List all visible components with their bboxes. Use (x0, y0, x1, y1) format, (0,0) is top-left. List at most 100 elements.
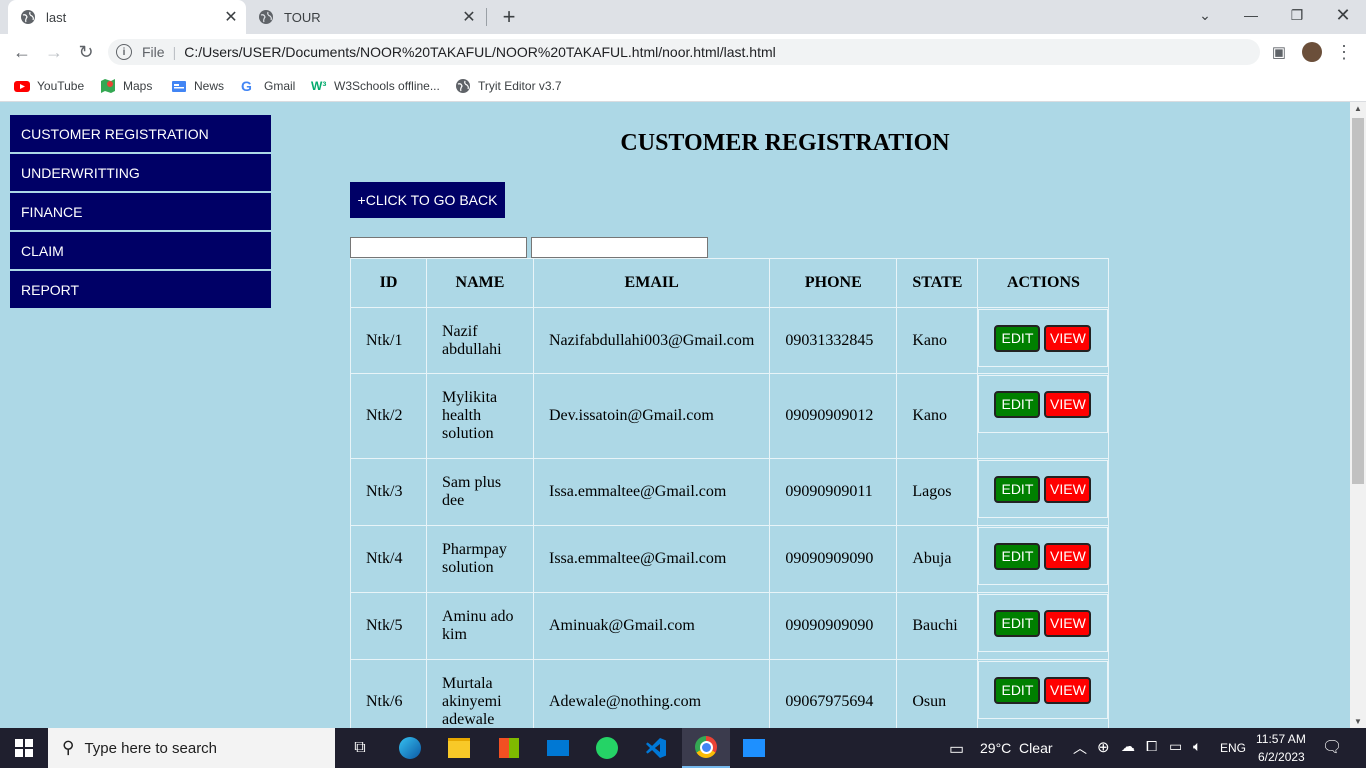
battery-icon[interactable]: ▭ (1169, 738, 1182, 755)
back-arrow-icon[interactable]: ← (8, 38, 36, 66)
bookmark-news[interactable]: News (171, 76, 224, 96)
close-tab-icon[interactable]: ✕ (460, 8, 478, 26)
bookmark-w3schools[interactable]: W³ W3Schools offline... (311, 76, 440, 96)
search-input-2[interactable] (531, 237, 708, 258)
window-close-icon[interactable]: ✕ (1320, 0, 1366, 30)
address-bar[interactable]: i File | C:/Users/USER/Documents/NOOR%20… (108, 39, 1260, 65)
mail-icon[interactable] (546, 736, 570, 760)
cell-actions: EDIT VIEW (977, 659, 1110, 728)
cell-id: Ntk/6 (350, 659, 427, 728)
scroll-up-icon[interactable]: ▲ (1354, 104, 1362, 113)
view-button[interactable]: VIEW (1044, 542, 1092, 570)
bookmarks-bar: YouTube Maps News G Gmail W³ W3Schools o… (0, 70, 1366, 102)
windows-start-icon[interactable] (0, 728, 48, 768)
volume-icon[interactable]: 🔈︎ (1193, 738, 1201, 755)
clock-time[interactable]: 11:57 AM (1256, 732, 1306, 746)
file-explorer-icon[interactable] (447, 736, 471, 760)
notifications-icon[interactable]: 🗨︎ (1322, 737, 1342, 757)
table-row: Ntk/6 Murtala akinyemi adewale Adewale@not… (350, 659, 1110, 728)
store-icon[interactable] (497, 736, 521, 760)
vscode-icon[interactable] (644, 736, 668, 760)
page-scrollbar[interactable]: ▲ ▼ (1350, 102, 1366, 728)
column-header-state: STATE (896, 258, 979, 308)
w3schools-icon: W³ (311, 79, 327, 93)
edit-button[interactable]: EDIT (994, 609, 1041, 637)
sidebar-item-underwritting[interactable]: UNDERWRITTING (10, 154, 271, 191)
network-globe-icon[interactable]: ⊕ (1097, 738, 1110, 756)
bookmark-gmail[interactable]: G Gmail (241, 76, 295, 96)
language-indicator[interactable]: ENG (1220, 741, 1246, 755)
url-separator: | (172, 44, 177, 60)
cell-actions: EDIT VIEW (977, 525, 1110, 593)
search-input-1[interactable] (350, 237, 527, 258)
clock-date[interactable]: 6/2/2023 (1258, 750, 1305, 764)
side-panel-icon[interactable]: ▣ (1265, 38, 1293, 66)
cell-actions: EDIT VIEW (977, 458, 1110, 526)
edit-button[interactable]: EDIT (994, 390, 1041, 418)
tray-chevron-icon[interactable]: ︿ (1073, 738, 1087, 758)
chrome-icon[interactable] (682, 728, 730, 768)
scroll-down-icon[interactable]: ▼ (1354, 717, 1362, 726)
whatsapp-icon[interactable] (595, 736, 619, 760)
task-view-icon[interactable]: ⧉ (348, 736, 372, 760)
cell-state: Kano (896, 307, 979, 374)
sidebar-item-report[interactable]: REPORT (10, 271, 271, 308)
bookmark-tryit[interactable]: Tryit Editor v3.7 (455, 76, 562, 96)
cell-phone: 09090909012 (769, 373, 898, 459)
table-header-row: ID NAME EMAIL PHONE STATE ACTIONS (350, 258, 1110, 308)
edit-button[interactable]: EDIT (994, 542, 1041, 570)
edge-icon[interactable] (398, 736, 422, 760)
table-row: Ntk/4 Pharmpay solution Issa.emmaltee@Gmai… (350, 525, 1110, 593)
profile-avatar[interactable] (1298, 38, 1326, 66)
cell-name: Murtala akinyemi adewale (426, 659, 534, 728)
windows-taskbar: ⚲ Type here to search ⧉ ▭ 29°C Clear ︿ ⊕… (0, 728, 1366, 768)
cell-id: Ntk/5 (350, 592, 427, 660)
column-header-email: EMAIL (532, 258, 771, 308)
edit-button[interactable]: EDIT (994, 475, 1041, 503)
sidebar-item-claim[interactable]: CLAIM (10, 232, 271, 269)
view-button[interactable]: VIEW (1044, 390, 1092, 418)
onedrive-icon[interactable]: ☁ (1121, 738, 1135, 755)
youtube-icon (14, 81, 30, 92)
reload-icon[interactable]: ↻ (72, 38, 100, 66)
minimize-icon[interactable]: — (1228, 0, 1274, 30)
taskbar-search-box[interactable]: ⚲ Type here to search (48, 728, 335, 768)
view-button[interactable]: VIEW (1044, 324, 1092, 352)
cell-id: Ntk/3 (350, 458, 427, 526)
edit-button[interactable]: EDIT (994, 676, 1041, 704)
weather-text[interactable]: 29°C Clear (980, 740, 1053, 756)
sidebar-item-finance[interactable]: FINANCE (10, 193, 271, 230)
cell-state: Bauchi (896, 592, 979, 660)
scrollbar-thumb[interactable] (1352, 118, 1364, 484)
meet-icon[interactable]: ⧠ (1146, 738, 1157, 755)
google-icon: G (241, 78, 252, 94)
tab-last[interactable]: last ✕ (8, 0, 246, 34)
bookmark-maps[interactable]: Maps (100, 76, 152, 96)
forward-arrow-icon[interactable]: → (40, 38, 68, 66)
globe-icon (456, 79, 470, 93)
restore-icon[interactable]: ❐ (1274, 0, 1320, 30)
tab-tour[interactable]: TOUR ✕ (246, 0, 484, 34)
cell-phone: 09031332845 (769, 307, 898, 374)
close-tab-icon[interactable]: ✕ (222, 8, 240, 26)
tab-search-icon[interactable]: ⌄ (1182, 0, 1228, 30)
bookmark-youtube[interactable]: YouTube (14, 76, 84, 96)
go-back-button[interactable]: +CLICK TO GO BACK (350, 182, 505, 218)
cell-name: Sam plus dee (426, 458, 534, 526)
cell-phone: 09090909011 (769, 458, 898, 526)
url-text: C:/Users/USER/Documents/NOOR%20TAKAFUL/N… (184, 44, 776, 60)
view-button[interactable]: VIEW (1044, 609, 1092, 637)
menu-kebab-icon[interactable]: ⋮ (1330, 38, 1358, 66)
view-button[interactable]: VIEW (1044, 475, 1092, 503)
weather-icon[interactable]: ▭ (949, 739, 964, 759)
cell-email: Dev.issatoin@Gmail.com (532, 373, 771, 459)
photos-icon[interactable] (742, 736, 766, 760)
view-button[interactable]: VIEW (1044, 676, 1092, 704)
info-icon[interactable]: i (116, 44, 132, 60)
cell-actions: EDIT VIEW (977, 307, 1110, 374)
cell-email: Adewale@nothing.com (532, 659, 771, 728)
cell-email: Aminuak@Gmail.com (532, 592, 771, 660)
new-tab-icon[interactable]: + (498, 4, 520, 29)
edit-button[interactable]: EDIT (994, 324, 1041, 352)
cell-state: Kano (896, 373, 979, 459)
